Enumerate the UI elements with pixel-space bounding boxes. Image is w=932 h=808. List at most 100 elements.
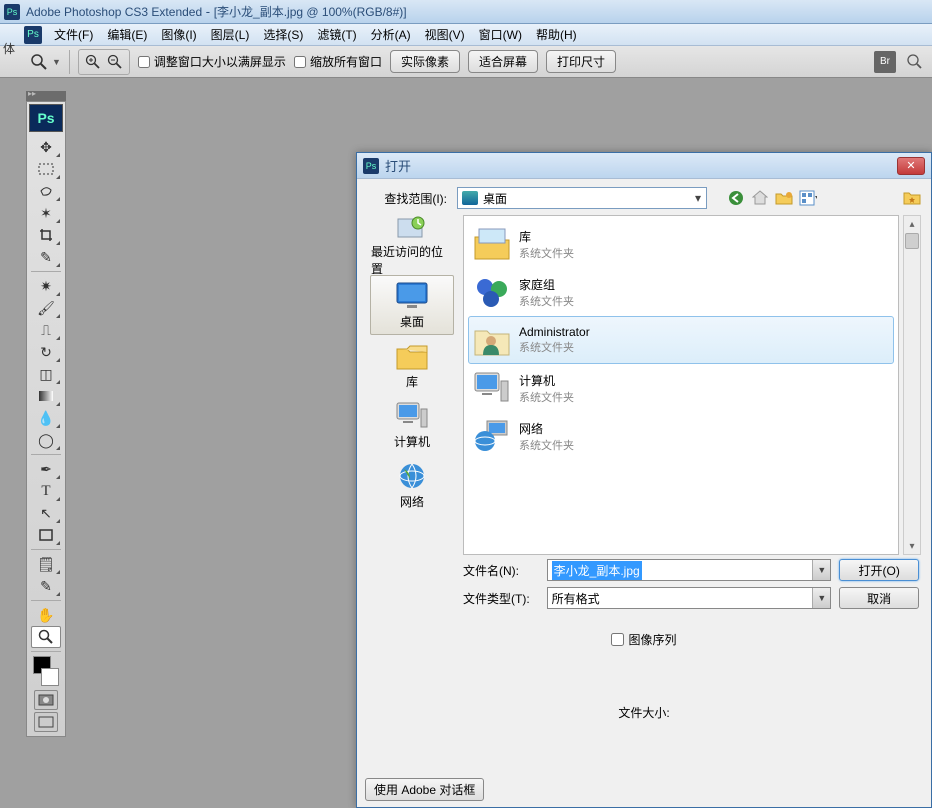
workspace-icon[interactable] bbox=[904, 51, 926, 73]
dialog-titlebar[interactable]: Ps 打开 ✕ bbox=[357, 153, 931, 179]
lasso-tool[interactable] bbox=[31, 180, 61, 202]
actual-pixels-button[interactable]: 实际像素 bbox=[390, 50, 460, 73]
lookin-combo[interactable]: 桌面 ▾ bbox=[457, 187, 707, 209]
dodge-tool[interactable]: ◯ bbox=[31, 429, 61, 451]
dialog-icon: Ps bbox=[363, 158, 379, 174]
blur-tool[interactable]: 💧 bbox=[31, 407, 61, 429]
move-tool[interactable]: ✥ bbox=[31, 136, 61, 158]
file-list-scrollbar[interactable]: ▴ ▾ bbox=[903, 215, 921, 555]
app-icon: Ps bbox=[4, 4, 20, 20]
file-item-computer[interactable]: 计算机系统文件夹 bbox=[468, 364, 894, 412]
notes-tool[interactable]: 🗒 bbox=[31, 553, 61, 575]
open-button[interactable]: 打开(O) bbox=[839, 559, 919, 581]
filetype-label: 文件类型(T): bbox=[463, 590, 539, 607]
menu-help[interactable]: 帮助(H) bbox=[530, 24, 583, 45]
quickmask-toggle[interactable] bbox=[34, 690, 58, 710]
file-item-library[interactable]: 库系统文件夹 bbox=[468, 220, 894, 268]
healing-tool[interactable]: ✷ bbox=[31, 275, 61, 297]
place-computer[interactable]: 计算机 bbox=[370, 395, 454, 455]
toolbox: Ps ✥ ✶ ✎ ✷ 🖌 ⎍ ↻ ◫ 💧 ◯ ✒ T ↖ 🗒 ✎ ✋ bbox=[26, 101, 66, 737]
computer-place-icon bbox=[395, 401, 429, 431]
eraser-tool[interactable]: ◫ bbox=[31, 363, 61, 385]
menu-layer[interactable]: 图层(L) bbox=[205, 24, 256, 45]
place-recent[interactable]: 最近访问的位置 bbox=[370, 215, 454, 275]
back-icon[interactable] bbox=[727, 189, 745, 207]
titlebar: Ps Adobe Photoshop CS3 Extended - [李小龙_副… bbox=[0, 0, 932, 24]
image-sequence-checkbox[interactable] bbox=[611, 633, 624, 646]
filetype-value: 所有格式 bbox=[552, 590, 600, 607]
favorites-icon[interactable] bbox=[903, 189, 921, 207]
place-desktop[interactable]: 桌面 bbox=[370, 275, 454, 335]
chevron-down-icon[interactable]: ▾ bbox=[690, 188, 706, 208]
up-icon[interactable] bbox=[751, 189, 769, 207]
lookin-value: 桌面 bbox=[483, 190, 507, 207]
ps-menu-icon[interactable]: Ps bbox=[24, 26, 42, 44]
path-select-tool[interactable]: ↖ bbox=[31, 502, 61, 524]
file-size-label: 文件大小: bbox=[618, 704, 669, 721]
filename-value: 李小龙_副本.jpg bbox=[552, 561, 642, 580]
use-adobe-dialog-button[interactable]: 使用 Adobe 对话框 bbox=[365, 778, 484, 801]
scroll-thumb[interactable] bbox=[905, 233, 919, 249]
menu-edit[interactable]: 编辑(E) bbox=[101, 24, 153, 45]
file-item-network[interactable]: 网络系统文件夹 bbox=[468, 412, 894, 460]
filetype-combo[interactable]: 所有格式 ▼ bbox=[547, 587, 832, 609]
menu-image[interactable]: 图像(I) bbox=[155, 24, 202, 45]
library-place-icon bbox=[395, 341, 429, 371]
menu-select[interactable]: 选择(S) bbox=[257, 24, 309, 45]
zoom-out-icon[interactable] bbox=[104, 51, 126, 73]
brush-tool[interactable]: 🖌 bbox=[31, 297, 61, 319]
type-tool[interactable]: T bbox=[31, 480, 61, 502]
shape-tool[interactable] bbox=[31, 524, 61, 546]
open-dialog: Ps 打开 ✕ 查找范围(I): 桌面 ▾ 最近访问的位置 桌面 bbox=[356, 152, 932, 808]
marquee-tool[interactable] bbox=[31, 158, 61, 180]
file-list[interactable]: 库系统文件夹 家庭组系统文件夹 Administrator系统文件夹 计算机系统… bbox=[463, 215, 899, 555]
file-item-homegroup[interactable]: 家庭组系统文件夹 bbox=[468, 268, 894, 316]
hand-tool[interactable]: ✋ bbox=[31, 604, 61, 626]
homegroup-icon bbox=[473, 273, 511, 311]
zoom-tool-icon[interactable] bbox=[28, 51, 50, 73]
computer-icon bbox=[473, 369, 511, 407]
color-swatches[interactable] bbox=[33, 656, 59, 686]
pen-tool[interactable]: ✒ bbox=[31, 458, 61, 480]
menu-filter[interactable]: 滤镜(T) bbox=[311, 24, 362, 45]
eyedropper2-tool[interactable]: ✎ bbox=[31, 575, 61, 597]
scroll-down-icon[interactable]: ▾ bbox=[904, 538, 920, 554]
view-menu-icon[interactable] bbox=[799, 189, 817, 207]
menubar: Ps 文件(F) 编辑(E) 图像(I) 图层(L) 选择(S) 滤镜(T) 分… bbox=[0, 24, 932, 46]
toolbox-header: Ps bbox=[29, 104, 63, 132]
chevron-down-icon[interactable]: ▼ bbox=[812, 588, 830, 608]
wand-tool[interactable]: ✶ bbox=[31, 202, 61, 224]
place-network[interactable]: 网络 bbox=[370, 455, 454, 515]
crop-tool[interactable] bbox=[31, 224, 61, 246]
panel-tab-well[interactable] bbox=[26, 91, 66, 101]
new-folder-icon[interactable] bbox=[775, 189, 793, 207]
history-brush-tool[interactable]: ↻ bbox=[31, 341, 61, 363]
image-sequence-label: 图像序列 bbox=[628, 631, 676, 648]
background-color[interactable] bbox=[41, 668, 59, 686]
filename-combo[interactable]: 李小龙_副本.jpg ▼ bbox=[547, 559, 832, 581]
stamp-tool[interactable]: ⎍ bbox=[31, 319, 61, 341]
cancel-button[interactable]: 取消 bbox=[839, 587, 919, 609]
menu-file[interactable]: 文件(F) bbox=[48, 24, 99, 45]
print-size-button[interactable]: 打印尺寸 bbox=[546, 50, 616, 73]
menu-window[interactable]: 窗口(W) bbox=[473, 24, 528, 45]
gradient-tool[interactable] bbox=[31, 385, 61, 407]
filename-label: 文件名(N): bbox=[463, 562, 539, 579]
zoom-in-icon[interactable] bbox=[82, 51, 104, 73]
place-library[interactable]: 库 bbox=[370, 335, 454, 395]
desktop-icon bbox=[462, 191, 478, 205]
menu-view[interactable]: 视图(V) bbox=[419, 24, 471, 45]
eyedropper-tool[interactable]: ✎ bbox=[31, 246, 61, 268]
zoom-all-checkbox[interactable]: 缩放所有窗口 bbox=[294, 53, 382, 70]
fit-window-checkbox[interactable]: 调整窗口大小以满屏显示 bbox=[138, 53, 286, 70]
menu-analysis[interactable]: 分析(A) bbox=[365, 24, 417, 45]
zoom-tool[interactable] bbox=[31, 626, 61, 648]
library-icon bbox=[473, 225, 511, 263]
file-item-administrator[interactable]: Administrator系统文件夹 bbox=[468, 316, 894, 364]
screenmode-toggle[interactable] bbox=[34, 712, 58, 732]
dialog-close-button[interactable]: ✕ bbox=[897, 157, 925, 175]
bridge-icon[interactable]: Br bbox=[874, 51, 896, 73]
scroll-up-icon[interactable]: ▴ bbox=[904, 216, 920, 232]
fit-screen-button[interactable]: 适合屏幕 bbox=[468, 50, 538, 73]
chevron-down-icon[interactable]: ▼ bbox=[812, 560, 830, 580]
